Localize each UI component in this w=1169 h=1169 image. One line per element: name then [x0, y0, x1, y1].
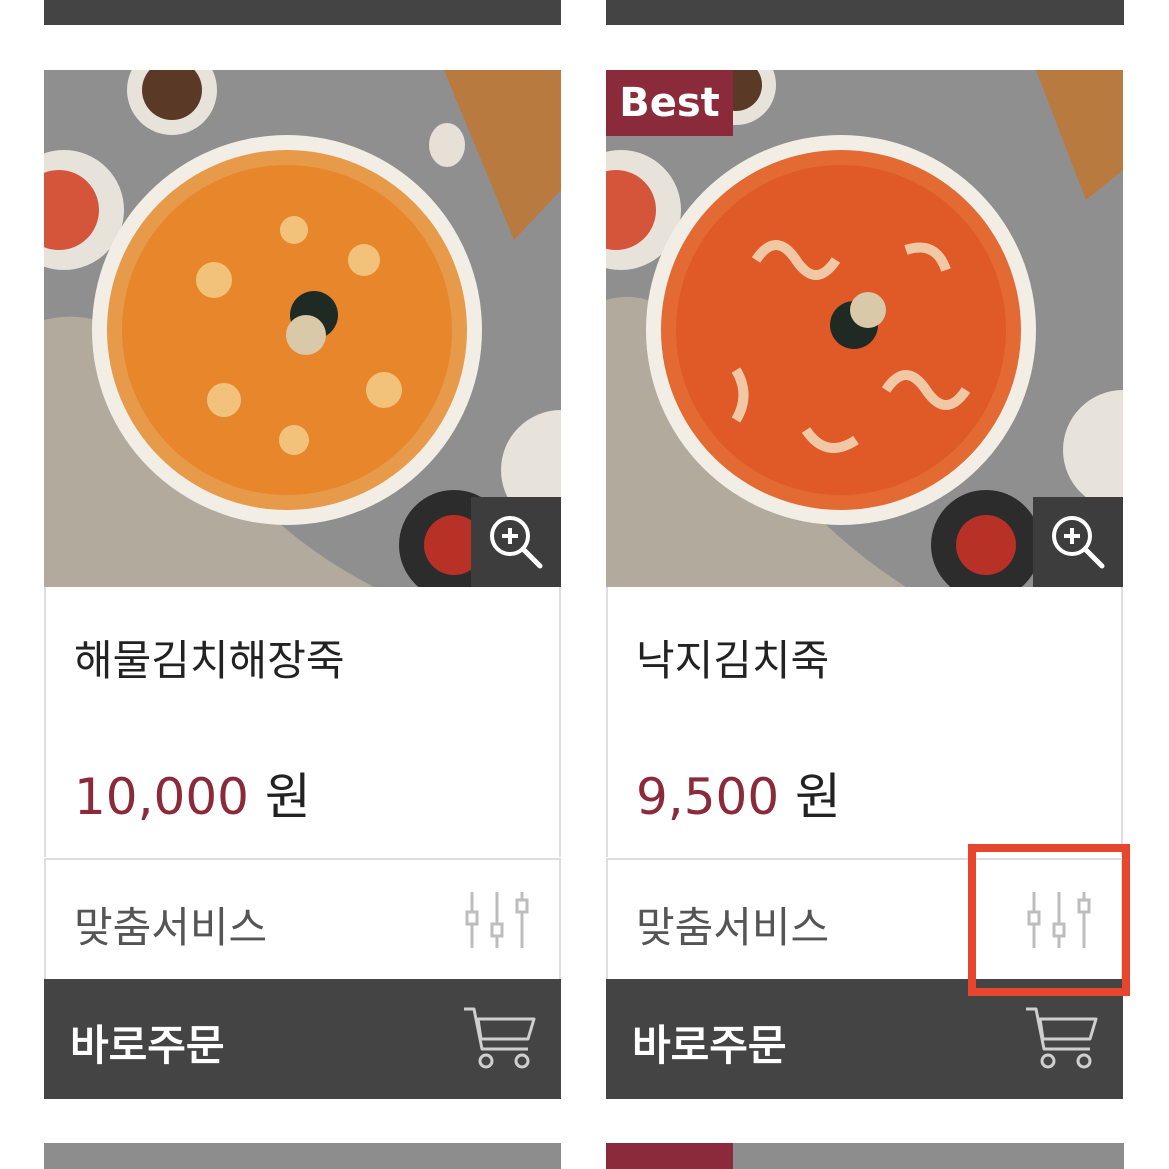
price-value: 10,000 [74, 768, 249, 826]
previous-card-order-bar [606, 0, 1124, 25]
product-price: 10,000 원 [74, 757, 311, 829]
custom-service-label: 맞춤서비스 [636, 903, 830, 952]
product-name[interactable]: 해물김치해장죽 [74, 627, 344, 688]
order-now-label: 바로주문 [70, 1021, 225, 1070]
product-info: 낙지김치죽 9,500 원 [606, 587, 1123, 857]
product-image[interactable] [44, 70, 561, 587]
custom-service-label: 맞춤서비스 [74, 903, 268, 952]
best-badge: Best [606, 70, 733, 136]
price-currency: 원 [264, 768, 311, 826]
sliders-icon [465, 892, 529, 948]
zoom-button[interactable] [1033, 497, 1123, 587]
product-info: 해물김치해장죽 10,000 원 [44, 587, 561, 857]
product-image[interactable]: Best [606, 70, 1123, 587]
zoom-in-icon [1052, 516, 1105, 569]
order-now-button[interactable]: 바로주문 [44, 979, 561, 1099]
product-price: 9,500 원 [636, 757, 841, 829]
zoom-in-icon [490, 516, 543, 569]
order-now-button[interactable]: 바로주문 [606, 979, 1123, 1099]
cart-icon [1026, 1007, 1098, 1069]
highlight-box [968, 844, 1130, 996]
order-now-label: 바로주문 [632, 1021, 787, 1070]
product-name[interactable]: 낙지김치죽 [636, 627, 829, 688]
custom-service-button[interactable]: 맞춤서비스 [44, 858, 561, 980]
previous-card-order-bar [44, 0, 561, 25]
price-value: 9,500 [636, 768, 780, 826]
price-currency: 원 [795, 768, 842, 826]
cart-icon [464, 1007, 536, 1069]
next-card-image [44, 1143, 561, 1169]
next-card-image [606, 1143, 1124, 1169]
zoom-button[interactable] [471, 497, 561, 587]
next-card-best-badge [606, 1143, 733, 1169]
